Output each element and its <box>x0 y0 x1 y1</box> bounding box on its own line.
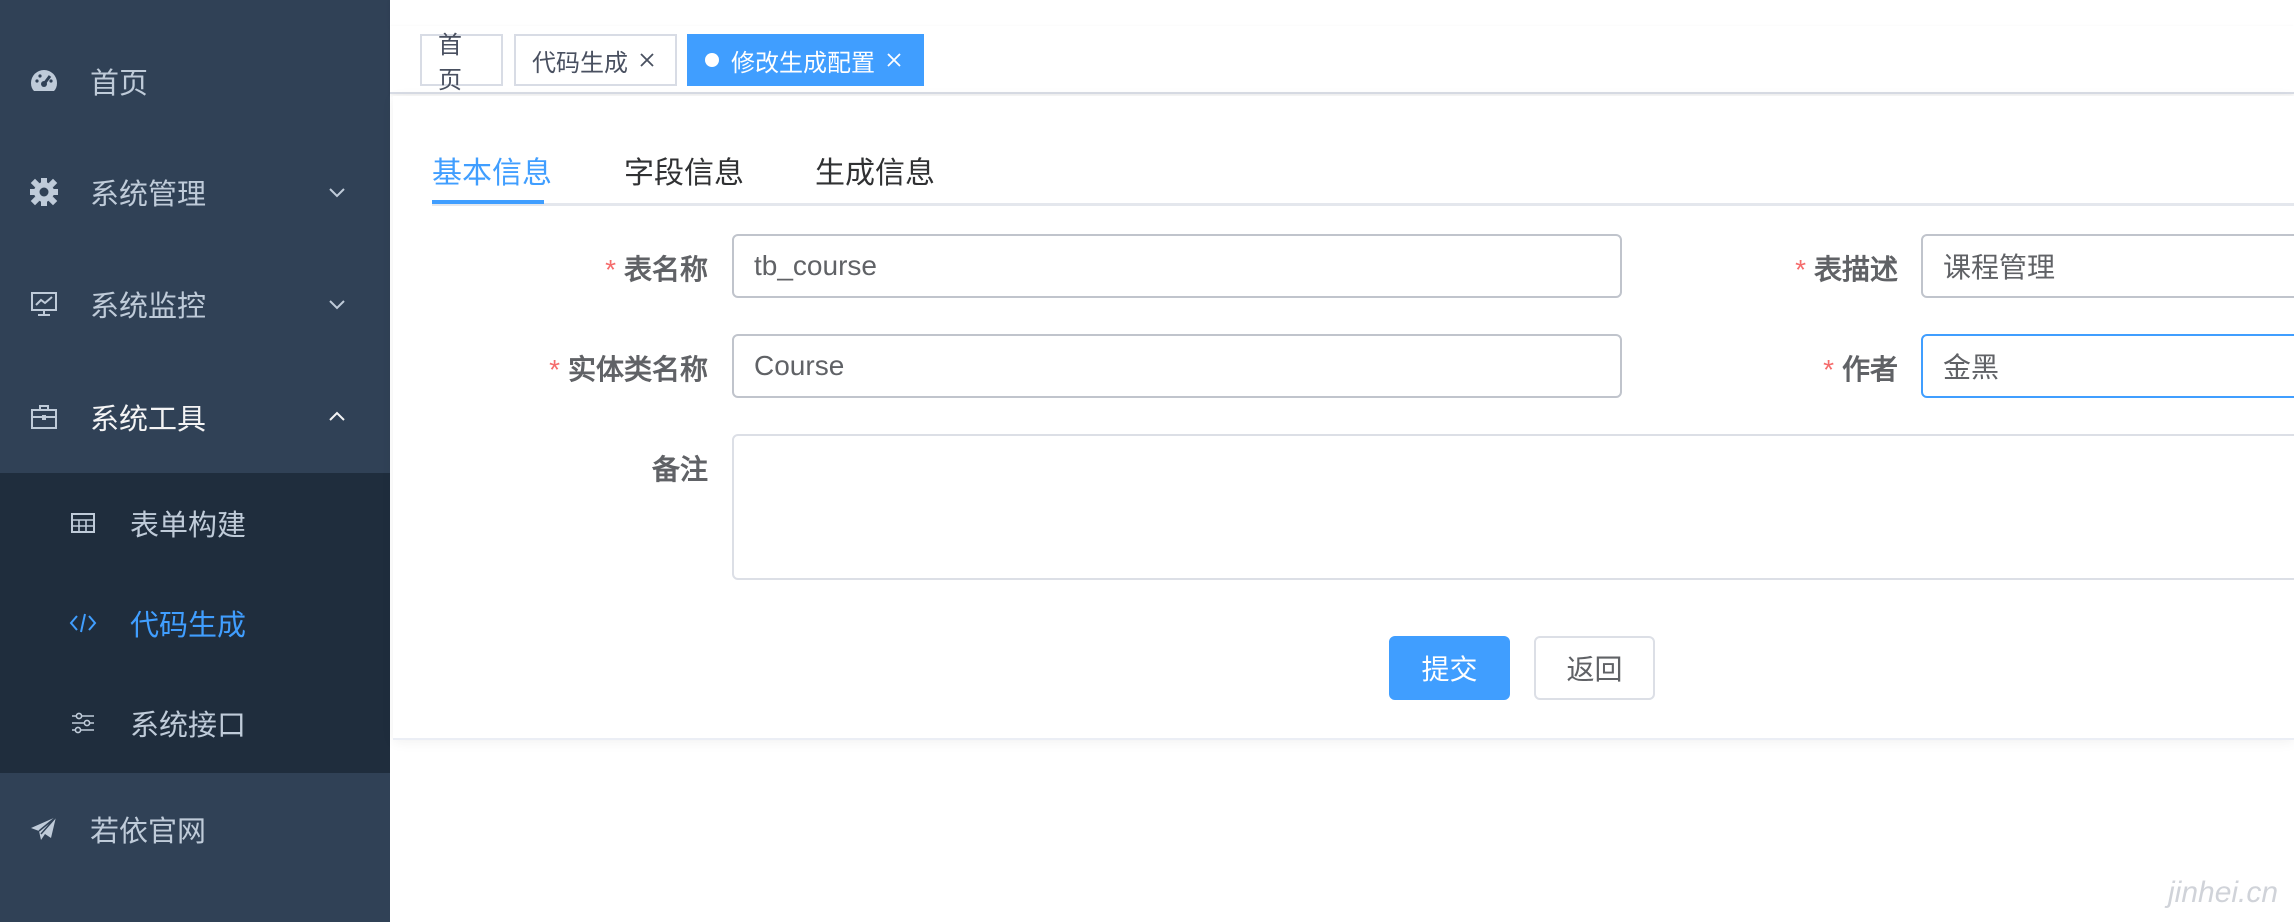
app-root: 首页 系统管理 系统监控 系统工具 表单构建 代码生成 系统接口 若依官网 首页… <box>0 0 2294 922</box>
sidebar-item-label: 表单构建 <box>130 510 247 542</box>
paper-plane-icon <box>28 813 60 845</box>
tag-edit-gen-config[interactable]: 修改生成配置 <box>687 34 924 86</box>
label-text: 备注 <box>651 454 708 485</box>
chevron-up-icon <box>326 406 348 428</box>
sidebar-item-home[interactable]: 首页 <box>0 25 390 137</box>
tab-basic-info[interactable]: 基本信息 <box>432 148 552 192</box>
author-input[interactable]: 金黑 <box>1921 334 2294 398</box>
input-value: 课程管理 <box>1943 252 2056 283</box>
sidebar-item-label: 系统监控 <box>90 291 207 323</box>
active-dot-icon <box>705 53 719 67</box>
back-button[interactable]: 返回 <box>1534 636 1655 700</box>
sidebar-item-label: 代码生成 <box>130 610 247 642</box>
sidebar-item-system-management[interactable]: 系统管理 <box>0 136 390 248</box>
sidebar-item-label: 若依官网 <box>90 816 207 848</box>
required-mark: * <box>1795 254 1806 285</box>
tag-label: 首页 <box>438 32 462 94</box>
sidebar-item-code-generation[interactable]: 代码生成 <box>0 573 390 673</box>
navbar <box>390 0 2294 26</box>
required-mark: * <box>1823 354 1834 385</box>
tag-home[interactable]: 首页 <box>420 32 503 94</box>
input-value: Course <box>754 350 845 381</box>
label-text: 表名称 <box>623 254 708 285</box>
required-mark: * <box>549 354 560 385</box>
close-icon[interactable] <box>636 49 658 71</box>
remark-textarea[interactable] <box>732 434 2294 580</box>
sidebar-item-system-api[interactable]: 系统接口 <box>0 673 390 773</box>
class-name-label: * 实体类名称 <box>500 348 708 388</box>
tab-gen-info[interactable]: 生成信息 <box>815 148 935 192</box>
tag-code-generation[interactable]: 代码生成 <box>514 34 677 86</box>
table-comment-input[interactable]: 课程管理 <box>1921 234 2294 298</box>
sidebar: 首页 系统管理 系统监控 系统工具 表单构建 代码生成 系统接口 若依官网 <box>0 0 390 922</box>
toolbox-icon <box>28 401 60 433</box>
required-mark: * <box>605 254 616 285</box>
gear-icon <box>28 176 60 208</box>
sidebar-item-form-builder[interactable]: 表单构建 <box>0 473 390 573</box>
close-icon[interactable] <box>883 49 905 71</box>
chevron-down-icon <box>326 181 348 203</box>
label-text: 表描述 <box>1813 254 1898 285</box>
table-name-input[interactable]: tb_course <box>732 234 1622 298</box>
sidebar-item-system-monitor[interactable]: 系统监控 <box>0 248 390 360</box>
label-text: 实体类名称 <box>567 354 708 385</box>
tags-view: 首页 代码生成 修改生成配置 <box>390 26 2294 94</box>
chevron-down-icon <box>326 293 348 315</box>
submenu-system-tools: 表单构建 代码生成 系统接口 <box>0 473 390 773</box>
tag-label: 修改生成配置 <box>731 49 875 77</box>
table-icon <box>68 508 98 538</box>
tag-label: 代码生成 <box>532 49 628 77</box>
input-value: tb_course <box>754 250 877 281</box>
sliders-icon <box>68 708 98 738</box>
monitor-icon <box>28 288 60 320</box>
table-name-label: * 表名称 <box>560 248 708 288</box>
watermark-text: jinhei.cn <box>2168 876 2279 909</box>
dashboard-icon <box>28 65 60 97</box>
label-text: 作者 <box>1841 354 1898 385</box>
submit-button[interactable]: 提交 <box>1389 636 1510 700</box>
code-icon <box>68 608 98 638</box>
sidebar-item-ruoyi-website[interactable]: 若依官网 <box>0 773 390 885</box>
table-comment-label: * 表描述 <box>1740 248 1898 288</box>
sidebar-item-label: 系统接口 <box>130 710 247 742</box>
sidebar-item-label: 系统管理 <box>90 179 207 211</box>
sidebar-item-label: 系统工具 <box>90 404 207 436</box>
input-value: 金黑 <box>1943 352 2000 383</box>
sidebar-item-label: 首页 <box>90 68 149 100</box>
author-label: * 作者 <box>1780 348 1898 388</box>
active-tab-indicator <box>432 200 544 204</box>
config-tabs: 基本信息 字段信息 生成信息 <box>432 140 2294 206</box>
tab-field-info[interactable]: 字段信息 <box>624 148 744 192</box>
remark-label: 备注 <box>560 448 708 488</box>
sidebar-item-system-tools[interactable]: 系统工具 <box>0 361 390 473</box>
class-name-input[interactable]: Course <box>732 334 1622 398</box>
